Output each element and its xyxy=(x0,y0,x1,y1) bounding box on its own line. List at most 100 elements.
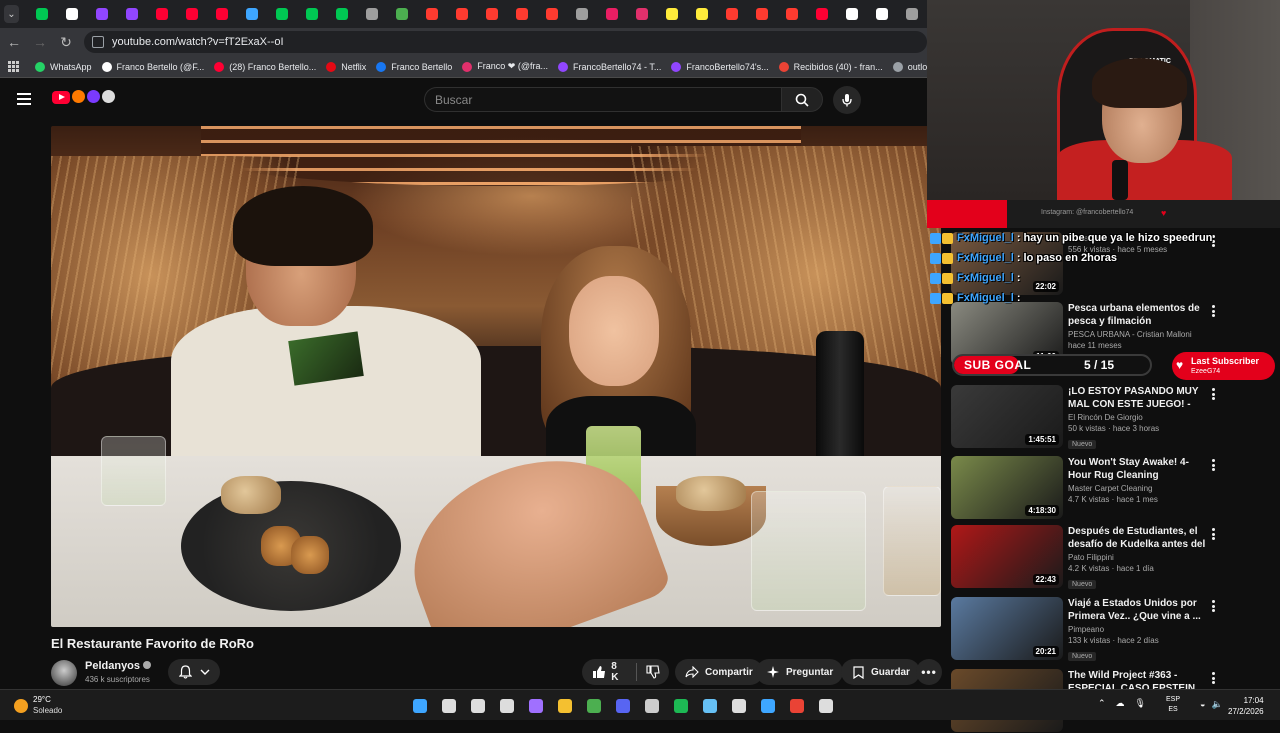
file-explorer-taskbar-button[interactable] xyxy=(553,694,576,717)
video-title[interactable]: Viajé a Estados Unidos por Primera Vez..… xyxy=(1068,597,1208,623)
video-title[interactable]: ¡LO ESTOY PASANDO MUY MAL CON ESTE JUEGO… xyxy=(1068,385,1208,411)
apps-grid-icon[interactable] xyxy=(8,60,19,73)
more-actions-button[interactable]: ••• xyxy=(916,659,942,685)
more-vertical-icon[interactable] xyxy=(1212,459,1216,471)
video-title[interactable]: You Won't Stay Awake! 4-Hour Rug Cleanin… xyxy=(1068,456,1208,482)
more-vertical-icon[interactable] xyxy=(1212,672,1216,684)
channel-avatar[interactable] xyxy=(51,660,77,686)
video-thumbnail[interactable]: 22:43 xyxy=(951,525,1063,588)
bookmark-item[interactable]: Netflix xyxy=(326,61,366,72)
pinned-tab[interactable] xyxy=(327,0,357,28)
video-channel[interactable]: Pimpeano xyxy=(1068,625,1208,634)
pinned-tab[interactable] xyxy=(507,0,537,28)
pinned-tab[interactable] xyxy=(297,0,327,28)
calculator-taskbar-button[interactable] xyxy=(814,694,837,717)
weather-condition[interactable]: Soleado xyxy=(33,706,62,715)
pinned-tab[interactable] xyxy=(777,0,807,28)
discord-taskbar-button[interactable] xyxy=(611,694,634,717)
weather-temperature[interactable]: 29°C xyxy=(33,695,51,704)
steam-taskbar-button[interactable] xyxy=(698,694,721,717)
pinned-tab[interactable] xyxy=(417,0,447,28)
video-player[interactable] xyxy=(51,126,941,627)
video-thumbnail[interactable]: 20:21 xyxy=(951,597,1063,660)
language-indicator[interactable]: ESP ES xyxy=(1166,695,1180,715)
video-channel[interactable]: PESCA URBANA - Cristian Malloni xyxy=(1068,330,1208,339)
pinned-tab[interactable] xyxy=(897,0,927,28)
recommended-video[interactable]: 22:43 Después de Estudiantes, el desafío … xyxy=(951,525,1261,589)
pinned-tab[interactable] xyxy=(537,0,567,28)
back-button[interactable]: ← xyxy=(2,30,26,54)
pinned-tab[interactable] xyxy=(177,0,207,28)
menu-icon[interactable] xyxy=(17,93,31,105)
pinned-tab[interactable] xyxy=(717,0,747,28)
search-taskbar-button[interactable] xyxy=(437,694,460,717)
recommended-video[interactable]: 1:45:51 ¡LO ESTOY PASANDO MUY MAL CON EST… xyxy=(951,385,1261,449)
pinned-tab[interactable] xyxy=(207,0,237,28)
pinned-tab[interactable] xyxy=(597,0,627,28)
youtube-doodle[interactable] xyxy=(72,90,116,106)
clock[interactable]: 17:04 27/2/2026 xyxy=(1228,695,1264,717)
chrome-taskbar-button[interactable] xyxy=(582,694,605,717)
pinned-tab[interactable] xyxy=(687,0,717,28)
pinned-tab[interactable] xyxy=(807,0,837,28)
reload-button[interactable]: ↻ xyxy=(54,30,78,54)
like-button[interactable]: 8 K xyxy=(582,661,636,683)
dislike-button[interactable] xyxy=(637,664,669,680)
cloud-icon[interactable]: ☁ xyxy=(1116,698,1125,709)
pinned-tab[interactable] xyxy=(567,0,597,28)
pinned-tab[interactable] xyxy=(867,0,897,28)
wifi-icon[interactable]: ◒ xyxy=(1200,699,1205,710)
more-vertical-icon[interactable] xyxy=(1212,388,1216,400)
forward-button[interactable]: → xyxy=(28,30,52,54)
bookmark-item[interactable]: FrancoBertello74 - T... xyxy=(558,61,661,72)
recommended-video[interactable]: 20:21 Viajé a Estados Unidos por Primera … xyxy=(951,597,1261,661)
microphone-icon[interactable]: 🎙 xyxy=(1135,698,1146,709)
more-vertical-icon[interactable] xyxy=(1212,528,1216,540)
youtube-logo[interactable] xyxy=(52,91,70,104)
pinned-tab[interactable] xyxy=(837,0,867,28)
monitor-taskbar-button[interactable] xyxy=(756,694,779,717)
pinned-tab[interactable] xyxy=(387,0,417,28)
bookmark-item[interactable]: Franco Bertello xyxy=(376,61,452,72)
sun-icon[interactable] xyxy=(14,699,28,713)
video-title[interactable]: Después de Estudiantes, el desafío de Ku… xyxy=(1068,525,1208,551)
save-button[interactable]: Guardar xyxy=(841,659,920,685)
pinned-tab[interactable] xyxy=(27,0,57,28)
pinned-tab[interactable] xyxy=(657,0,687,28)
spotify-taskbar-button[interactable] xyxy=(669,694,692,717)
video-channel[interactable]: Master Carpet Cleaning xyxy=(1068,484,1208,493)
more-vertical-icon[interactable] xyxy=(1212,600,1216,612)
pinned-tab[interactable] xyxy=(117,0,147,28)
recommended-video[interactable]: 4:18:30 You Won't Stay Awake! 4-Hour Rug … xyxy=(951,456,1261,520)
share-button[interactable]: Compartir xyxy=(675,659,763,685)
pinned-tab[interactable] xyxy=(747,0,777,28)
pinned-tab[interactable] xyxy=(237,0,267,28)
video-thumbnail[interactable]: 4:18:30 xyxy=(951,456,1063,519)
bookmark-item[interactable]: Franco Bertello (@F... xyxy=(101,61,204,72)
bookmark-item[interactable]: FrancoBertello74's... xyxy=(671,61,769,72)
task-view-taskbar-button[interactable] xyxy=(466,694,489,717)
pinned-tab[interactable] xyxy=(627,0,657,28)
address-bar[interactable]: youtube.com/watch?v=fT2ExaX--oI xyxy=(84,31,927,53)
pinned-tab[interactable] xyxy=(147,0,177,28)
search-input[interactable] xyxy=(435,92,782,107)
epic-taskbar-button[interactable] xyxy=(727,694,750,717)
copilot-taskbar-button[interactable] xyxy=(524,694,547,717)
video-channel[interactable]: El Rincón De Giorgio xyxy=(1068,413,1208,422)
windows-start-taskbar-button[interactable] xyxy=(408,694,431,717)
pinned-tab[interactable] xyxy=(87,0,117,28)
notification-button[interactable] xyxy=(168,659,220,685)
bookmark-item[interactable]: Franco ❤ (@fra... xyxy=(462,61,548,72)
video-thumbnail[interactable]: 1:45:51 xyxy=(951,385,1063,448)
pinned-tab[interactable] xyxy=(447,0,477,28)
pinned-tab[interactable] xyxy=(477,0,507,28)
bookmark-item[interactable]: WhatsApp xyxy=(35,61,92,72)
voice-search-button[interactable] xyxy=(833,86,861,114)
bookmark-item[interactable]: Recibidos (40) - fran... xyxy=(778,61,883,72)
chevron-up-icon[interactable]: ⌃ xyxy=(1098,698,1106,709)
channel-name[interactable]: Peldanyos xyxy=(85,660,152,672)
bookmark-item[interactable]: (28) Franco Bertello... xyxy=(214,61,316,72)
volume-icon[interactable]: 🔈 xyxy=(1211,699,1222,710)
chrome-alt-taskbar-button[interactable] xyxy=(785,694,808,717)
site-info-icon[interactable] xyxy=(92,36,104,48)
